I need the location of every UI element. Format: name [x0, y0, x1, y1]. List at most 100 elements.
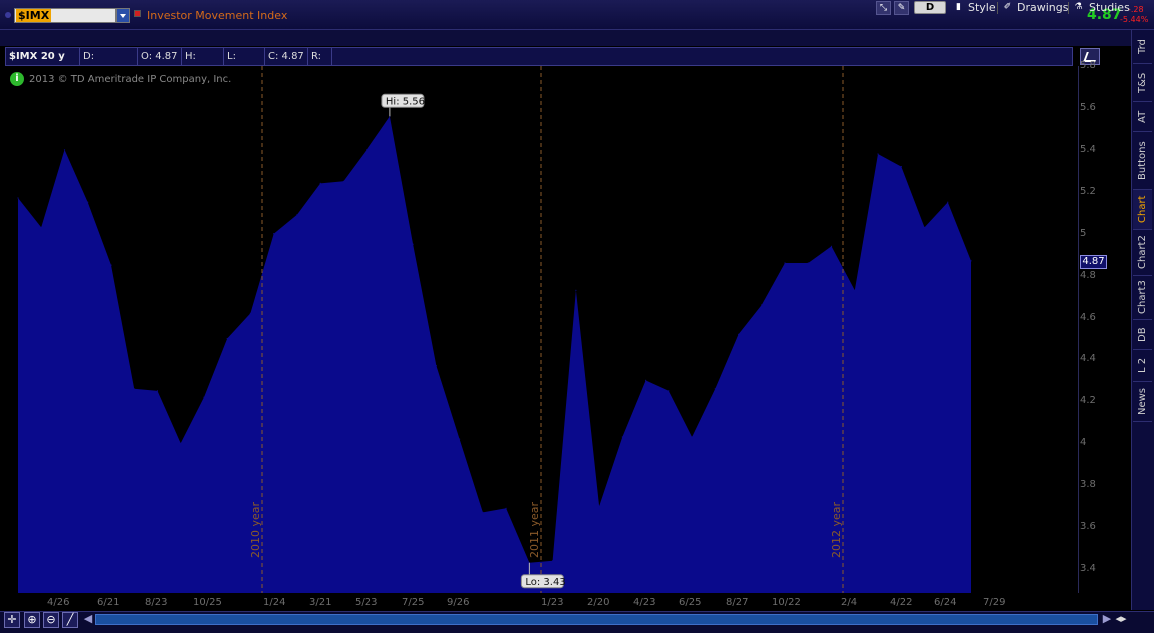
year-marker-label: 2012 year: [830, 501, 843, 558]
pan-icon[interactable]: ✛: [4, 612, 20, 628]
data-point: [621, 436, 623, 438]
x-tick-label: 8/27: [726, 597, 749, 608]
x-tick-label: 4/22: [890, 597, 913, 608]
lo-label: Lo: 3.43: [525, 577, 565, 588]
side-tab-news[interactable]: News: [1133, 382, 1152, 422]
data-point: [923, 226, 926, 228]
symbol-dropdown-button[interactable]: [116, 8, 130, 23]
candle-icon[interactable]: ▮: [951, 1, 966, 15]
data-point: [459, 438, 461, 440]
data-point: [482, 511, 484, 513]
y-tick-label: 5: [1080, 227, 1087, 239]
data-point: [40, 226, 42, 228]
data-point: [226, 337, 228, 340]
link-dot-icon[interactable]: [5, 12, 11, 18]
symbol-period: $IMX 20 y D: [6, 48, 80, 79]
y-tick-label: 4.8: [1080, 269, 1096, 281]
data-point: [249, 312, 251, 314]
side-tab-chart2[interactable]: Chart2: [1133, 230, 1152, 276]
flask-icon[interactable]: ⚗: [1071, 1, 1086, 15]
data-point: [296, 214, 298, 216]
data-point: [133, 388, 135, 390]
y-tick-label: 5.2: [1080, 185, 1096, 197]
info-icon[interactable]: i: [10, 72, 24, 86]
data-point: [784, 262, 786, 264]
data-point: [854, 289, 856, 291]
crosshair-icon[interactable]: ⤡: [876, 1, 891, 15]
side-tab-trd[interactable]: Trd: [1133, 30, 1152, 64]
data-point: [435, 365, 437, 367]
data-point: [87, 201, 89, 203]
symbol-input[interactable]: $IMX: [14, 8, 116, 23]
flag-icon[interactable]: [134, 10, 141, 17]
net-change: -.28: [1128, 5, 1144, 14]
x-tick-label: 4/26: [47, 597, 70, 608]
data-point: [366, 149, 368, 151]
wrench-icon[interactable]: ✎: [894, 1, 909, 15]
data-point: [575, 289, 577, 291]
data-point: [273, 233, 275, 235]
drawings-button[interactable]: Drawings: [1017, 1, 1068, 15]
data-point: [970, 260, 972, 262]
side-tab-chart3[interactable]: Chart3: [1133, 276, 1152, 320]
data-point: [877, 153, 879, 155]
data-point: [691, 436, 693, 438]
data-point: [342, 180, 344, 182]
data-point: [505, 507, 507, 509]
x-tick-label: 4/23: [633, 597, 656, 608]
symbol-description: Investor Movement Index: [147, 9, 288, 22]
y-tick-label: 4.2: [1080, 395, 1096, 407]
y-tick-label: 3.8: [1080, 479, 1096, 491]
x-tick-label: 1/23: [541, 597, 564, 608]
side-tab-db[interactable]: DB: [1133, 320, 1152, 350]
data-point: [17, 197, 19, 199]
data-point: [668, 390, 670, 392]
x-tick-label: 1/24: [263, 597, 286, 608]
side-tab-ts[interactable]: T&S: [1133, 64, 1152, 102]
data-point: [714, 388, 716, 390]
data-point: [203, 396, 205, 398]
last-price-tag: 4.87: [1080, 255, 1107, 269]
x-tick-label: 7/29: [983, 597, 1006, 608]
data-point: [319, 182, 321, 184]
data-point: [156, 390, 159, 392]
price-chart[interactable]: 2010 year 2011 year 2012 year Hi: 5.56 Lo: 3…: [5, 66, 1078, 593]
y-tick-label: 5.4: [1080, 143, 1096, 155]
x-tick-label: 10/25: [193, 597, 222, 608]
close-value: C: 4.87: [265, 48, 308, 65]
draw-line-icon[interactable]: ╱: [62, 612, 78, 628]
pencil-icon[interactable]: ✐: [1000, 1, 1015, 15]
studies-button[interactable]: Studies: [1089, 1, 1130, 15]
style-button[interactable]: Style: [968, 1, 996, 15]
data-point: [900, 166, 902, 168]
data-point: [645, 379, 647, 381]
x-tick-label: 7/25: [402, 597, 425, 608]
ohlc-bar: $IMX 20 y D D: 7/26/13 O: 4.87 H: 4.87 L…: [5, 47, 1073, 79]
data-point: [947, 201, 949, 203]
time-scrollbar[interactable]: [95, 614, 1098, 625]
x-tick-label: 3/21: [309, 597, 332, 608]
zoom-in-icon[interactable]: ⊕: [24, 612, 40, 628]
data-point: [180, 442, 182, 444]
side-tab-chart[interactable]: Chart: [1133, 190, 1152, 230]
data-point: [63, 149, 66, 151]
side-tab-buttons[interactable]: Buttons: [1133, 132, 1152, 190]
data-point: [807, 262, 809, 264]
x-tick-label: 2/20: [587, 597, 610, 608]
scroll-left-icon[interactable]: ◀: [80, 612, 96, 628]
x-tick-label: 5/23: [355, 597, 378, 608]
zoom-out-icon[interactable]: ⊖: [43, 612, 59, 628]
side-tab-l2[interactable]: L 2: [1133, 350, 1152, 382]
range-value: R: 0: [308, 48, 332, 79]
data-point: [598, 505, 600, 507]
chart-toolbar: [0, 30, 1131, 46]
y-tick-label: 4.4: [1080, 353, 1096, 365]
y-tick-label: 5.6: [1080, 101, 1096, 113]
aggregation-button[interactable]: D: [914, 1, 946, 14]
expand-space-icon[interactable]: ◂▸: [1113, 612, 1129, 628]
data-point: [738, 333, 740, 335]
side-tab-at[interactable]: AT: [1133, 102, 1152, 132]
y-tick-label: 3.4: [1080, 563, 1096, 575]
x-tick-label: 6/21: [97, 597, 120, 608]
data-point: [110, 264, 112, 266]
